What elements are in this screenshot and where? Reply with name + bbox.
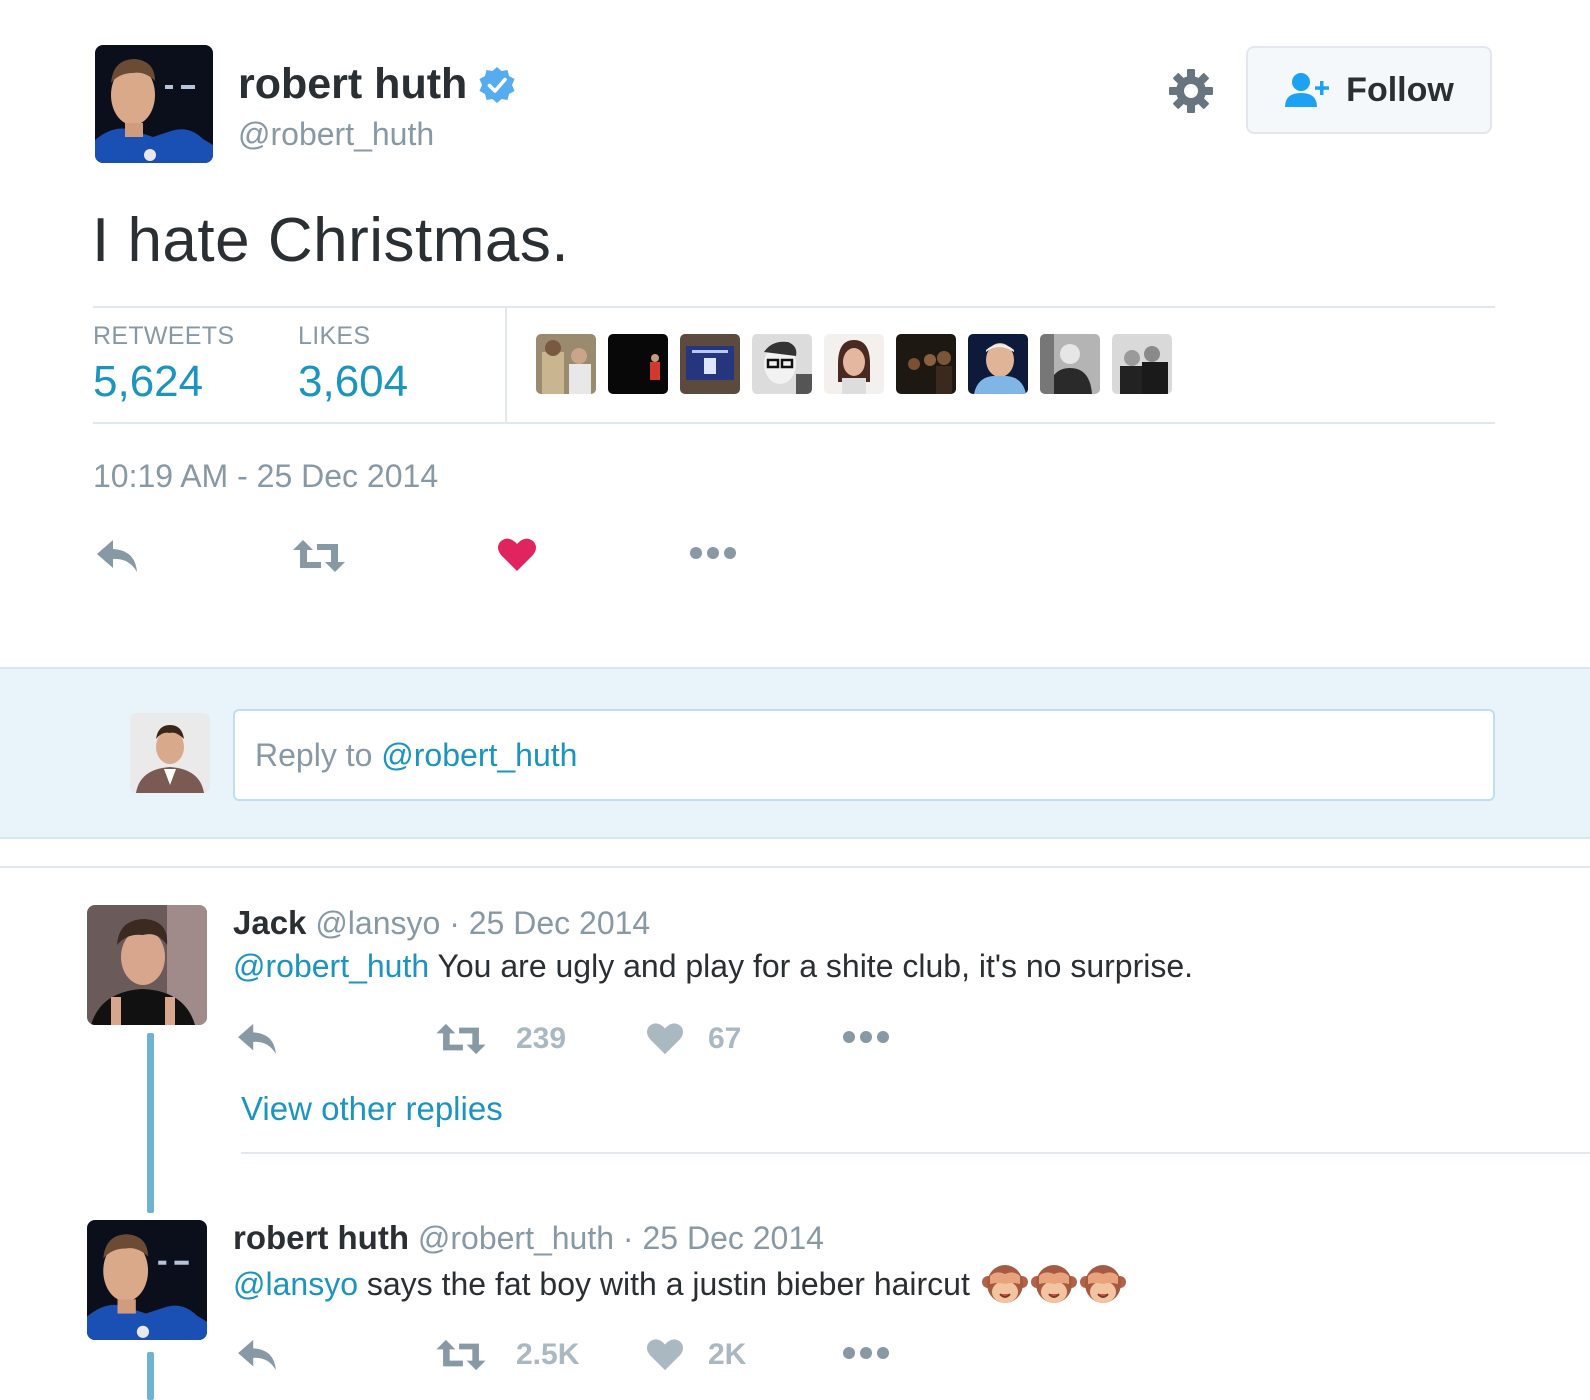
reply-author-name[interactable]: Jack <box>233 904 306 941</box>
heart-icon[interactable] <box>497 536 537 577</box>
likes-stat[interactable]: LIKES 3,604 <box>298 322 408 407</box>
reply-text: @lansyo says the fat boy with a justin b… <box>233 1262 1126 1306</box>
stats-divider <box>505 308 507 422</box>
reply-input[interactable]: Reply to @robert_huth <box>233 709 1495 801</box>
retweet-count: 239 <box>516 1022 567 1055</box>
thread-line <box>147 1033 154 1213</box>
gear-icon[interactable] <box>1166 66 1216 116</box>
author-handle[interactable]: @robert_huth <box>238 116 434 153</box>
reply-mention[interactable]: @lansyo <box>233 1266 358 1302</box>
see-no-evil-monkey-icon <box>981 1262 1028 1306</box>
see-no-evil-monkey-icon <box>1079 1262 1126 1306</box>
liker-avatar[interactable] <box>752 334 812 394</box>
reply-placeholder-prefix: Reply to <box>255 737 382 773</box>
heart-icon[interactable] <box>646 1020 684 1061</box>
reply-separator: · <box>614 1220 643 1256</box>
tweet-stats: RETWEETS 5,624 LIKES 3,604 <box>93 306 1495 424</box>
like-count: 67 <box>708 1022 742 1055</box>
more-options-icon[interactable] <box>689 546 737 565</box>
retweet-icon[interactable] <box>293 538 345 579</box>
retweets-label: RETWEETS <box>93 322 235 350</box>
divider <box>241 1152 1590 1154</box>
retweet-icon[interactable] <box>436 1338 486 1377</box>
see-no-evil-monkey-icon <box>1030 1262 1077 1306</box>
liker-avatar[interactable] <box>1040 334 1100 394</box>
author-name[interactable]: robert huth <box>238 60 517 109</box>
follow-label: Follow <box>1346 70 1454 109</box>
reply-date[interactable]: 25 Dec 2014 <box>469 905 650 941</box>
retweet-count: 2.5K <box>516 1338 580 1371</box>
author-name-text[interactable]: robert huth <box>238 60 467 109</box>
retweets-count[interactable]: 5,624 <box>93 357 234 407</box>
reply-avatar-jack[interactable] <box>87 905 207 1025</box>
reply-icon[interactable] <box>95 538 139 579</box>
liker-avatar[interactable] <box>896 334 956 394</box>
like-count: 2K <box>708 1338 747 1371</box>
liker-avatar[interactable] <box>536 334 596 394</box>
verified-badge-icon <box>477 65 517 105</box>
tweet-text: I hate Christmas. <box>92 206 570 275</box>
liker-avatar[interactable] <box>680 334 740 394</box>
emoji-group <box>981 1262 1126 1306</box>
reply-icon[interactable] <box>236 1338 278 1377</box>
liker-avatar[interactable] <box>968 334 1028 394</box>
retweet-icon[interactable] <box>436 1022 486 1061</box>
reply-author-name[interactable]: robert huth <box>233 1219 409 1256</box>
follow-button[interactable]: Follow <box>1246 46 1492 134</box>
reply-mention[interactable]: @robert_huth <box>233 948 429 984</box>
liker-avatar[interactable] <box>608 334 668 394</box>
reply-author-handle[interactable]: @lansyo <box>315 905 440 941</box>
reply-avatar-robert-huth[interactable] <box>87 1220 207 1340</box>
tweet-actions <box>95 532 795 582</box>
reply-placeholder-mention: @robert_huth <box>381 737 578 773</box>
likers-avatars <box>536 334 1172 394</box>
reply-icon[interactable] <box>236 1022 278 1061</box>
tweet-timestamp[interactable]: 10:19 AM - 25 Dec 2014 <box>93 458 438 495</box>
more-options-icon[interactable] <box>842 1346 890 1365</box>
reply-text: @robert_huth You are ugly and play for a… <box>233 948 1193 985</box>
retweets-stat[interactable]: RETWEETS 5,624 <box>93 322 234 407</box>
liker-avatar[interactable] <box>824 334 884 394</box>
likes-label: LIKES <box>298 322 371 350</box>
more-options-icon[interactable] <box>842 1030 890 1049</box>
reply-header: Jack @lansyo · 25 Dec 2014 <box>233 904 650 942</box>
reply-separator: · <box>440 905 469 941</box>
reply-header: robert huth @robert_huth · 25 Dec 2014 <box>233 1219 824 1257</box>
divider <box>0 866 1590 868</box>
reply-date[interactable]: 25 Dec 2014 <box>642 1220 823 1256</box>
view-other-replies-link[interactable]: View other replies <box>241 1090 503 1128</box>
reply-author-handle[interactable]: @robert_huth <box>418 1220 614 1256</box>
thread-line <box>147 1352 154 1400</box>
add-user-icon <box>1284 72 1332 108</box>
reply-actions: 2.5K 2K <box>236 1334 936 1378</box>
reply-body: You are ugly and play for a shite club, … <box>429 948 1194 984</box>
author-avatar[interactable] <box>95 45 213 163</box>
reply-actions: 239 67 <box>236 1018 936 1062</box>
liker-avatar[interactable] <box>1112 334 1172 394</box>
heart-icon[interactable] <box>646 1336 684 1377</box>
current-user-avatar <box>130 713 210 793</box>
reply-body: says the fat boy with a justin bieber ha… <box>357 1265 970 1302</box>
likes-count[interactable]: 3,604 <box>298 357 408 407</box>
